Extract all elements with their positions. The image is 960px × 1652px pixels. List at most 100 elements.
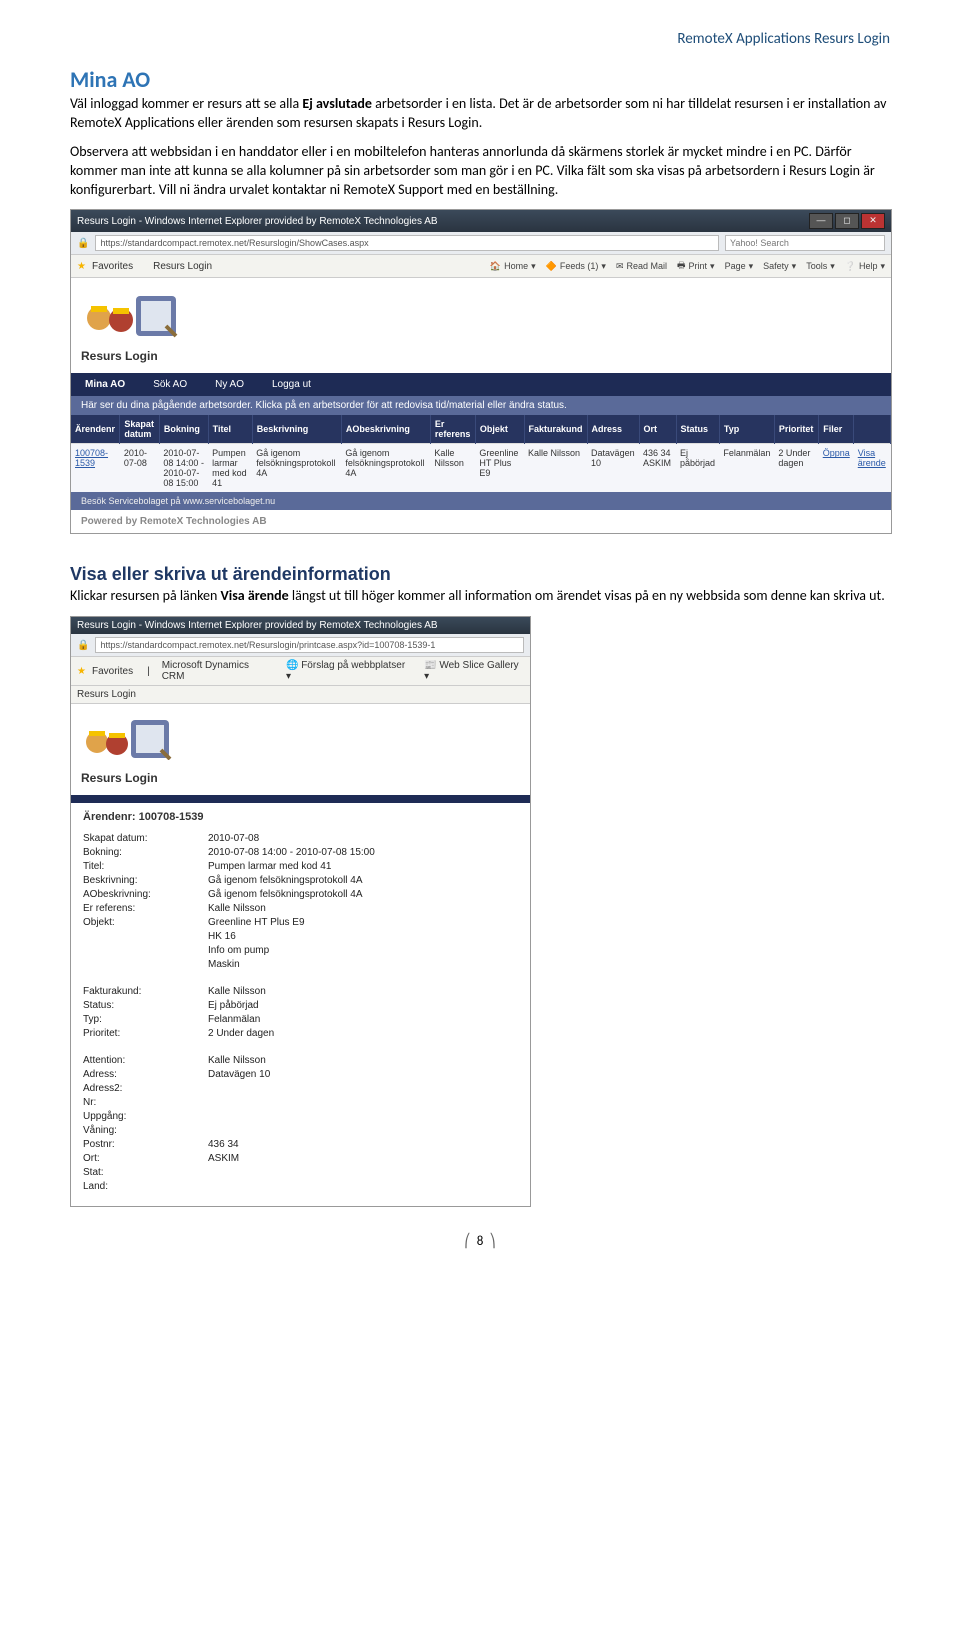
menu-home[interactable]: 🏠 Home ▾ — [490, 261, 536, 272]
detail-value — [208, 1097, 518, 1108]
detail-value: 2010-07-08 — [208, 833, 518, 844]
window-buttons: — ◻ ✕ — [809, 213, 885, 229]
detail-key: Stat: — [83, 1167, 198, 1178]
tab-resurs-login[interactable]: Resurs Login — [153, 261, 212, 272]
tab-bar: Resurs Login — [71, 686, 530, 704]
detail-key: Fakturakund: — [83, 986, 198, 997]
detail-value: HK 16 — [208, 931, 518, 942]
stripe — [71, 795, 530, 803]
app-logo-icon — [81, 288, 201, 338]
app-label: Resurs Login — [71, 347, 891, 373]
detail-value — [208, 1083, 518, 1094]
link-visa-arende[interactable]: Visa ärende — [854, 444, 891, 493]
lock-icon: 🔒 — [77, 640, 89, 651]
case-details-list: Skapat datum:2010-07-08Bokning:2010-07-0… — [71, 825, 530, 1206]
favorites-label: Favorites — [92, 666, 133, 677]
nav-mina-ao[interactable]: Mina AO — [85, 379, 125, 390]
chevron-down-icon: ▾ — [710, 261, 715, 272]
screenshot-mina-ao: Resurs Login - Windows Internet Explorer… — [70, 209, 892, 534]
menu-print[interactable]: 🖶 Print ▾ — [677, 258, 715, 274]
detail-key: Beskrivning: — [83, 875, 198, 886]
detail-key: Land: — [83, 1181, 198, 1192]
detail-key: Attention: — [83, 1055, 198, 1066]
detail-value — [208, 1181, 518, 1192]
app-navbar: Mina AO Sök AO Ny AO Logga ut — [71, 373, 891, 396]
link-oppna[interactable]: Öppna — [819, 444, 854, 493]
detail-key — [83, 959, 198, 970]
menu-feeds[interactable]: 🔶 Feeds (1) ▾ — [546, 261, 606, 272]
address-bar: 🔒 https://standardcompact.remotex.net/Re… — [71, 634, 530, 657]
menu-page[interactable]: Page ▾ — [725, 261, 754, 272]
tab-resurs-login[interactable]: Resurs Login — [77, 689, 136, 700]
favbar-link[interactable]: Microsoft Dynamics CRM — [162, 660, 272, 682]
app-logo-area — [71, 704, 530, 769]
favorites-bar: ★ Favorites Resurs Login 🏠 Home ▾ 🔶 Feed… — [71, 255, 891, 278]
chevron-down-icon: ▾ — [880, 261, 885, 272]
para-3: Klickar resursen på länken Visa ärende l… — [70, 587, 890, 606]
detail-key: Nr: — [83, 1097, 198, 1108]
window-titlebar: Resurs Login - Windows Internet Explorer… — [71, 210, 891, 232]
heading-mina-ao: Mina AO — [70, 66, 890, 93]
detail-value: Ej påbörjad — [208, 1000, 518, 1011]
detail-value: Gå igenom felsökningsprotokoll 4A — [208, 889, 518, 900]
detail-key: Prioritet: — [83, 1028, 198, 1039]
window-titlebar: Resurs Login - Windows Internet Explorer… — [71, 617, 530, 634]
nav-ny-ao[interactable]: Ny AO — [215, 379, 244, 390]
search-input[interactable]: Yahoo! Search — [725, 235, 885, 251]
instruction-bar: Här ser du dina pågående arbetsorder. Kl… — [71, 396, 891, 415]
maximize-button[interactable]: ◻ — [835, 213, 859, 229]
case-number-label: Ärendenr: 100708-1539 — [71, 803, 530, 825]
window-title: Resurs Login - Windows Internet Explorer… — [77, 216, 438, 227]
nav-sok-ao[interactable]: Sök AO — [153, 379, 187, 390]
detail-key — [83, 931, 198, 942]
close-button[interactable]: ✕ — [861, 213, 885, 229]
detail-value: Greenline HT Plus E9 — [208, 917, 518, 928]
table-row[interactable]: 100708-1539 2010-07-08 2010-07-08 14:00 … — [71, 444, 891, 493]
detail-key — [83, 945, 198, 956]
app-logo-area — [71, 278, 891, 347]
chevron-down-icon: ▾ — [830, 261, 835, 272]
favorites-icon[interactable]: ★ — [77, 666, 86, 677]
detail-key: Objekt: — [83, 917, 198, 928]
detail-key: Er referens: — [83, 903, 198, 914]
window-title: Resurs Login - Windows Internet Explorer… — [77, 620, 438, 631]
menu-tools[interactable]: Tools ▾ — [806, 261, 835, 272]
app-label: Resurs Login — [71, 769, 530, 795]
chevron-down-icon: ▾ — [792, 261, 797, 272]
footer-link[interactable]: Besök Servicebolaget på www.servicebolag… — [71, 492, 891, 510]
favorites-icon[interactable]: ★ — [77, 261, 86, 272]
detail-key: Adress2: — [83, 1083, 198, 1094]
cell-arendenr[interactable]: 100708-1539 — [71, 444, 120, 493]
menu-safety[interactable]: Safety ▾ — [763, 261, 796, 272]
detail-value: Felanmälan — [208, 1014, 518, 1025]
screenshot-visa-arende: Resurs Login - Windows Internet Explorer… — [70, 616, 531, 1207]
detail-key: Postnr: — [83, 1139, 198, 1150]
favbar-link[interactable]: 📰 Web Slice Gallery ▾ — [424, 660, 524, 682]
address-input[interactable]: https://standardcompact.remotex.net/Resu… — [95, 235, 719, 251]
nav-logga-ut[interactable]: Logga ut — [272, 379, 311, 390]
heading-visa-arende: Visa eller skriva ut ärendeinformation — [70, 564, 890, 585]
minimize-button[interactable]: — — [809, 213, 833, 229]
chevron-down-icon: ▾ — [749, 261, 754, 272]
detail-value: Kalle Nilsson — [208, 903, 518, 914]
address-bar: 🔒 https://standardcompact.remotex.net/Re… — [71, 232, 891, 255]
detail-key: AObeskrivning: — [83, 889, 198, 900]
favorites-label: Favorites — [92, 261, 133, 272]
detail-value: 2 Under dagen — [208, 1028, 518, 1039]
detail-value: Kalle Nilsson — [208, 986, 518, 997]
chevron-down-icon: ▾ — [601, 261, 606, 272]
detail-key: Typ: — [83, 1014, 198, 1025]
menu-readmail[interactable]: ✉ Read Mail — [616, 261, 667, 272]
detail-key: Uppgång: — [83, 1111, 198, 1122]
favbar-link[interactable]: 🌐 Förslag på webbplatser ▾ — [286, 660, 410, 682]
menu-help[interactable]: ❔ Help ▾ — [845, 261, 885, 272]
detail-value: 436 34 — [208, 1139, 518, 1150]
app-logo-icon — [81, 714, 191, 760]
table-header-row: Ärendenr Skapat datum Bokning Titel Besk… — [71, 415, 891, 444]
detail-value — [208, 1125, 518, 1136]
para-1: Väl inloggad kommer er resurs att se all… — [70, 95, 890, 133]
address-input[interactable]: https://standardcompact.remotex.net/Resu… — [95, 637, 524, 653]
detail-value: Datavägen 10 — [208, 1069, 518, 1080]
detail-value: Kalle Nilsson — [208, 1055, 518, 1066]
favorites-bar: ★ Favorites | Microsoft Dynamics CRM 🌐 F… — [71, 657, 530, 686]
